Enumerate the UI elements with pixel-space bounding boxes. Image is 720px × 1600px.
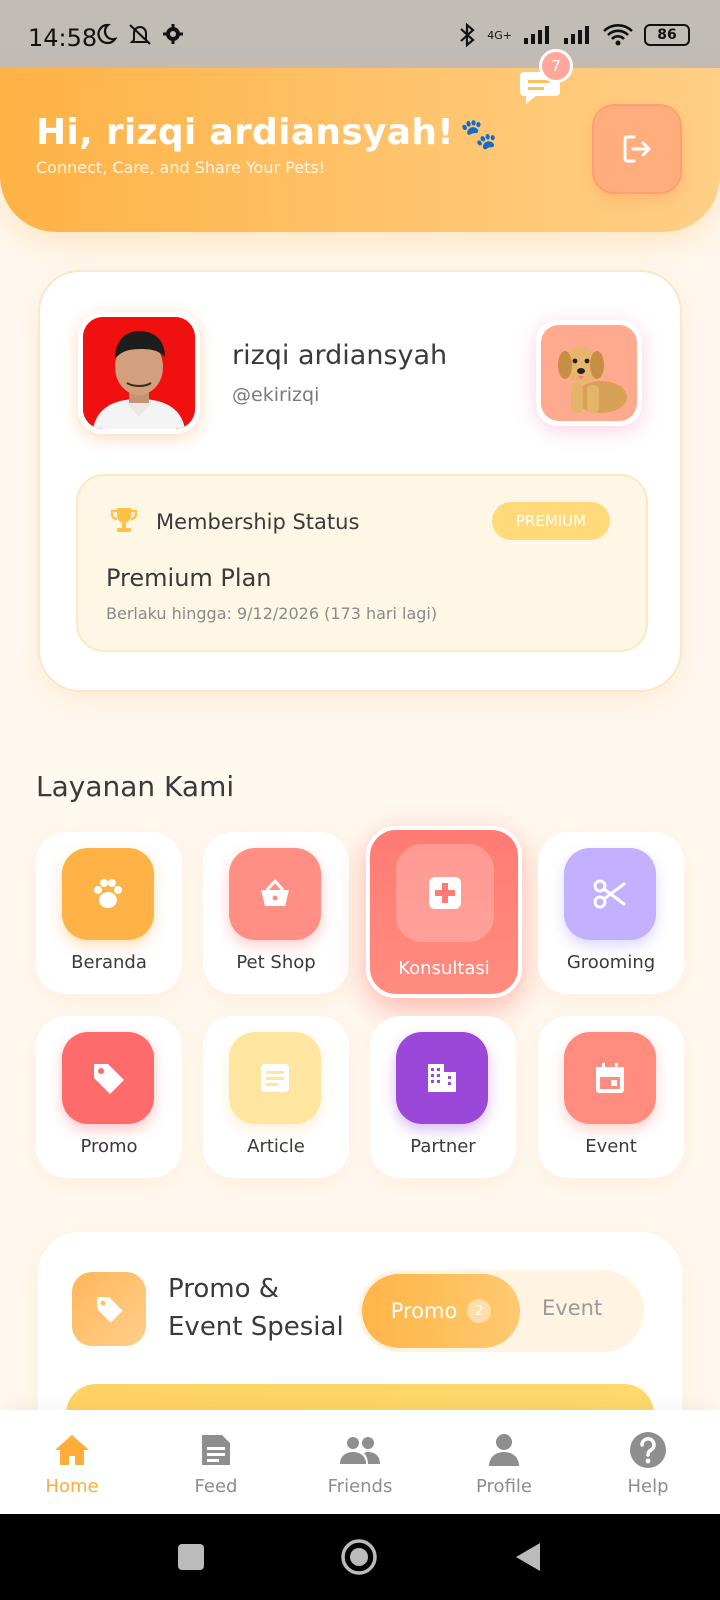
- service-label: Partner: [410, 1136, 476, 1157]
- bluetooth-icon: [460, 22, 475, 48]
- nav-help[interactable]: Help: [576, 1410, 720, 1514]
- tag-icon: [72, 1272, 146, 1346]
- nav-label: Profile: [476, 1476, 532, 1497]
- network-type: 4G+: [487, 28, 512, 42]
- gear-icon: [163, 24, 183, 44]
- bell-off-icon: [129, 24, 151, 45]
- promo-title-line1: Promo &: [168, 1274, 280, 1304]
- feed-icon: [194, 1428, 238, 1472]
- promo-event-toggle: Promo 2 Event: [358, 1270, 644, 1352]
- service-label: Article: [247, 1136, 305, 1157]
- nav-home[interactable]: Home: [0, 1410, 144, 1514]
- profile-icon: [482, 1428, 526, 1472]
- friends-icon: [338, 1428, 382, 1472]
- profile-card: rizqi ardiansyah @ekirizqi Membership St…: [38, 270, 682, 692]
- service-grooming[interactable]: Grooming: [538, 832, 684, 994]
- tag-icon: [62, 1032, 154, 1124]
- status-bar: 14:58 4G+ 86: [0, 0, 720, 68]
- tagline: Connect, Care, and Share Your Pets!: [36, 158, 326, 177]
- nav-label: Friends: [327, 1476, 393, 1497]
- tab-promo-label: Promo: [390, 1299, 458, 1323]
- service-label: Pet Shop: [236, 952, 316, 973]
- logout-icon: [623, 135, 651, 163]
- signal-icon: [524, 26, 549, 44]
- service-event[interactable]: Event: [538, 1016, 684, 1178]
- service-label: Promo: [80, 1136, 138, 1157]
- avatar[interactable]: [78, 312, 200, 434]
- promo-section-title: Promo & Event Spesial: [168, 1270, 344, 1346]
- signal-icon-2: [564, 26, 589, 44]
- service-article[interactable]: Article: [203, 1016, 349, 1178]
- nav-label: Home: [45, 1476, 99, 1497]
- logout-button[interactable]: [592, 104, 682, 194]
- article-icon: [229, 1032, 321, 1124]
- nav-feed[interactable]: Feed: [144, 1410, 288, 1514]
- pet-avatar[interactable]: [536, 320, 642, 426]
- trophy-icon: [110, 508, 138, 532]
- help-icon: [626, 1428, 670, 1472]
- user-name: rizqi ardiansyah: [232, 340, 448, 371]
- basket-icon: [229, 848, 321, 940]
- service-partner[interactable]: Partner: [370, 1016, 516, 1178]
- nav-profile[interactable]: Profile: [432, 1410, 576, 1514]
- paw-emoji: 🐾: [459, 117, 498, 152]
- greeting-text: Hi, rizqi ardiansyah!: [36, 112, 454, 153]
- medical-icon: [396, 844, 494, 942]
- service-beranda[interactable]: Beranda: [36, 832, 182, 994]
- nav-label: Feed: [194, 1476, 238, 1497]
- moon-icon: [97, 23, 118, 45]
- scissors-icon: [564, 848, 656, 940]
- dog-illustration: [541, 325, 637, 421]
- home-button[interactable]: [340, 1538, 378, 1576]
- back-button[interactable]: [512, 1540, 544, 1574]
- bottom-navigation: Home Feed Friends Profile Help: [0, 1410, 720, 1514]
- tab-event[interactable]: Event: [542, 1296, 602, 1320]
- building-icon: [396, 1032, 488, 1124]
- wifi-icon: [603, 24, 633, 46]
- avatar-photo: [83, 317, 195, 429]
- promo-count-badge: 2: [467, 1299, 492, 1323]
- home-icon: [50, 1428, 94, 1472]
- promo-title-line2: Event Spesial: [168, 1312, 344, 1342]
- membership-title: Membership Status: [156, 510, 360, 534]
- service-pet-shop[interactable]: Pet Shop: [203, 832, 349, 994]
- service-label: Event: [585, 1136, 637, 1157]
- recent-apps-button[interactable]: [176, 1542, 206, 1572]
- battery-level: 86: [657, 27, 677, 43]
- system-navigation-bar: [0, 1514, 720, 1600]
- calendar-icon: [564, 1032, 656, 1124]
- chat-badge: 7: [539, 49, 573, 83]
- nav-label: Help: [627, 1476, 669, 1497]
- pet-photo: [541, 325, 637, 421]
- user-handle: @ekirizqi: [232, 384, 320, 406]
- greeting: Hi, rizqi ardiansyah! 🐾: [36, 112, 498, 153]
- battery-indicator: 86: [644, 24, 690, 46]
- nav-friends[interactable]: Friends: [288, 1410, 432, 1514]
- services-title: Layanan Kami: [36, 770, 235, 803]
- membership-validity: Berlaku hingga: 9/12/2026 (173 hari lagi…: [106, 604, 438, 623]
- service-label: Beranda: [71, 952, 147, 973]
- service-promo[interactable]: Promo: [36, 1016, 182, 1178]
- membership-plan: Premium Plan: [106, 564, 272, 592]
- paw-icon: [62, 848, 154, 940]
- service-label: Grooming: [566, 952, 656, 973]
- service-label: Konsultasi: [398, 958, 490, 979]
- person-illustration: [83, 317, 195, 429]
- premium-badge: PREMIUM: [492, 502, 610, 540]
- status-time: 14:58: [28, 24, 98, 52]
- tab-promo[interactable]: Promo 2: [362, 1274, 520, 1348]
- service-konsultasi[interactable]: Konsultasi: [366, 826, 522, 998]
- membership-panel: Membership Status PREMIUM Premium Plan B…: [76, 474, 648, 652]
